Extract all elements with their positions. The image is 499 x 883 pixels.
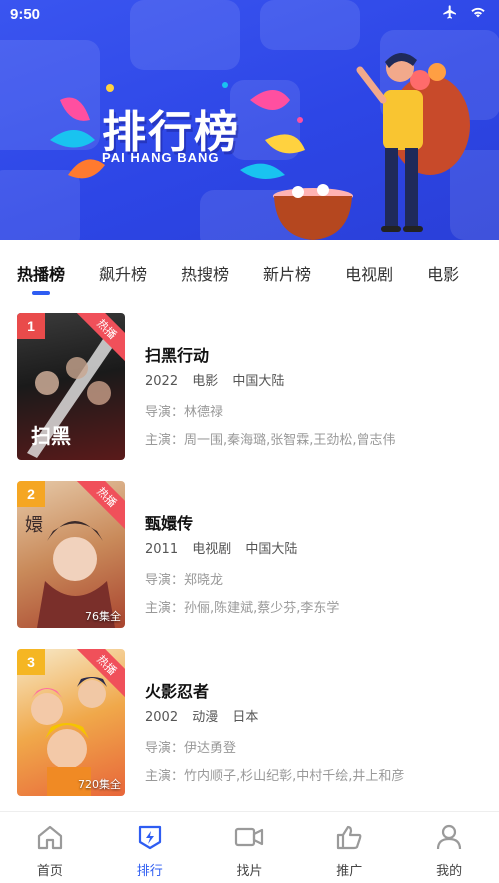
- movie-genre: 电影: [192, 374, 219, 389]
- movie-title[interactable]: 甄嬛传: [145, 510, 485, 533]
- user-icon: [435, 824, 463, 854]
- nav-promote-label: 推广: [336, 864, 363, 879]
- rank-badge: 3: [17, 649, 45, 675]
- movie-director: 导演：郑晓龙: [145, 573, 224, 588]
- movie-director: 导演：伊达勇登: [145, 741, 237, 756]
- nav-home-label: 首页: [36, 864, 63, 879]
- movie-title[interactable]: 扫黑行动: [145, 342, 485, 365]
- list-item[interactable]: 3 热播 720集全 火影忍者 2002 动漫 日本 导演：伊达勇登 主演：竹内…: [0, 642, 499, 796]
- nav-ranking-label: 排行: [136, 864, 163, 879]
- episode-count: 76集全: [85, 610, 121, 623]
- movie-region: 中国大陆: [232, 374, 285, 389]
- tab-movie[interactable]: 电影: [427, 251, 459, 295]
- nav-home[interactable]: 首页: [0, 812, 100, 883]
- airplane-mode-icon: [441, 4, 459, 24]
- poster-image[interactable]: 嬛 2 热播 76集全: [17, 481, 125, 628]
- ranking-banner: 9:50 排行榜 PAI HANG BANG: [0, 0, 499, 240]
- nav-mine[interactable]: 我的: [399, 812, 499, 883]
- movie-cast: 主演：竹内顺子,杉山纪彰,中村千绘,井上和彦: [145, 769, 405, 784]
- poster-image[interactable]: 扫黑 1 热播: [17, 313, 125, 460]
- wifi-icon: [469, 4, 487, 24]
- nav-promote[interactable]: 推广: [299, 812, 399, 883]
- movie-genre: 动漫: [192, 710, 219, 725]
- thumbs-up-icon: [335, 824, 363, 854]
- movie-region: 中国大陆: [245, 542, 298, 557]
- nav-find-label: 找片: [236, 864, 263, 879]
- banner-title-group: 排行榜 PAI HANG BANG: [50, 80, 310, 190]
- status-time: 9:50: [10, 5, 41, 23]
- movie-genre: 电视剧: [192, 542, 232, 557]
- home-icon: [36, 824, 64, 854]
- video-camera-icon: [234, 824, 264, 854]
- pot-illustration: [273, 184, 353, 240]
- svg-text:扫黑: 扫黑: [31, 424, 71, 448]
- list-item[interactable]: 扫黑 1 热播 扫黑行动 2022 电影 中国大陆 导演：林德禄 主演：周一围,…: [0, 306, 499, 460]
- tab-hot-search[interactable]: 热搜榜: [181, 251, 229, 295]
- episode-count: 720集全: [78, 778, 121, 791]
- movie-cast: 主演：周一围,秦海璐,张智霖,王劲松,曾志伟: [145, 433, 396, 448]
- banner-subtitle: PAI HANG BANG: [102, 150, 220, 165]
- movie-year: 2022: [145, 374, 179, 389]
- nav-mine-label: 我的: [436, 864, 463, 879]
- bottom-navigation: 首页 排行 找片 推广 我的: [0, 811, 499, 883]
- movie-meta: 2002 动漫 日本: [145, 706, 485, 725]
- movie-cast: 主演：孙俪,陈建斌,蔡少芬,李东学: [145, 601, 340, 616]
- nav-find[interactable]: 找片: [200, 812, 300, 883]
- tab-rising[interactable]: 飙升榜: [99, 251, 147, 295]
- movie-director: 导演：林德禄: [145, 405, 224, 420]
- movie-title[interactable]: 火影忍者: [145, 678, 485, 701]
- poster-image[interactable]: 3 热播 720集全: [17, 649, 125, 796]
- tab-new-release[interactable]: 新片榜: [263, 251, 311, 295]
- ranking-tabs: 热播榜 飙升榜 热搜榜 新片榜 电视剧 电影: [0, 248, 499, 298]
- nav-ranking[interactable]: 排行: [100, 812, 200, 883]
- rank-badge: 1: [17, 313, 45, 339]
- ranking-icon: [136, 824, 164, 854]
- movie-year: 2002: [145, 710, 179, 725]
- movie-region: 日本: [232, 710, 259, 725]
- movie-year: 2011: [145, 542, 179, 557]
- rank-badge: 2: [17, 481, 45, 507]
- tab-tv-series[interactable]: 电视剧: [345, 251, 393, 295]
- list-item[interactable]: 嬛 2 热播 76集全 甄嬛传 2011 电视剧 中国大陆 导演：郑晓龙 主演：…: [0, 474, 499, 628]
- svg-text:嬛: 嬛: [25, 515, 43, 536]
- status-bar: 9:50: [0, 0, 499, 28]
- movie-meta: 2022 电影 中国大陆: [145, 370, 485, 389]
- tab-hot-play[interactable]: 热播榜: [17, 251, 65, 295]
- movie-meta: 2011 电视剧 中国大陆: [145, 538, 485, 557]
